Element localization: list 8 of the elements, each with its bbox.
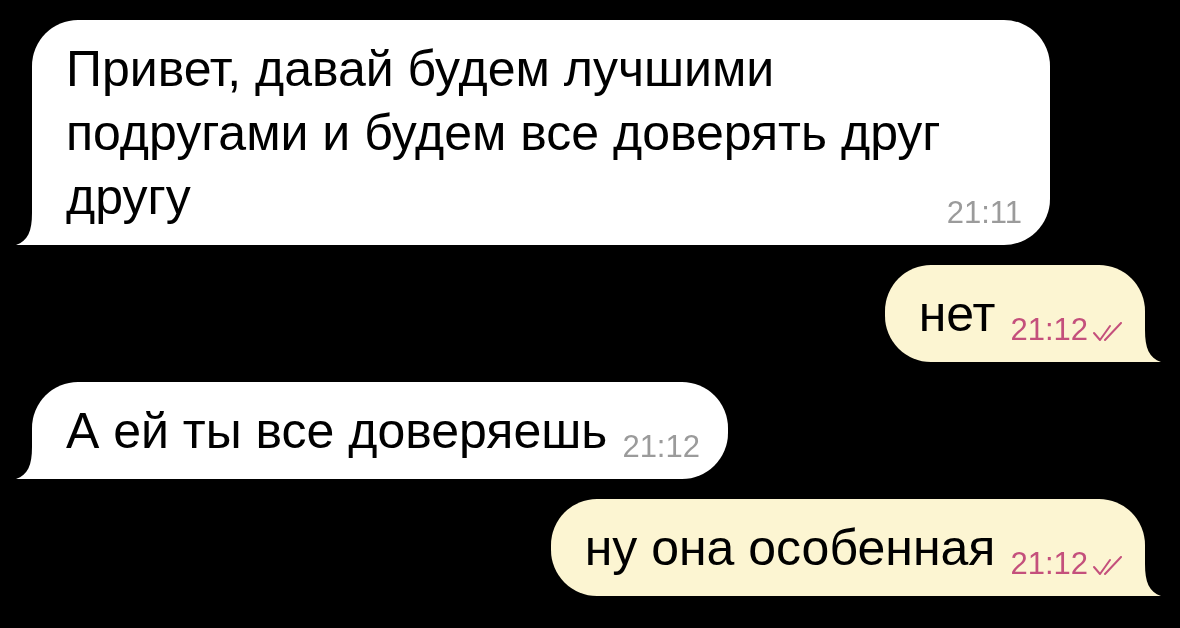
message-text: ну она особенная (584, 520, 996, 576)
message-time: 21:11 (946, 197, 1022, 228)
message-text: нет (918, 286, 996, 342)
message-time: 21:12 (1010, 548, 1088, 579)
message-time: 21:12 (1010, 314, 1088, 345)
message-text: А ей ты все доверяешь (66, 403, 608, 459)
message-text: Привет, давай будем лучшими подругами и будем все доверять друг другу (66, 41, 941, 225)
message-time: 21:12 (622, 431, 700, 462)
